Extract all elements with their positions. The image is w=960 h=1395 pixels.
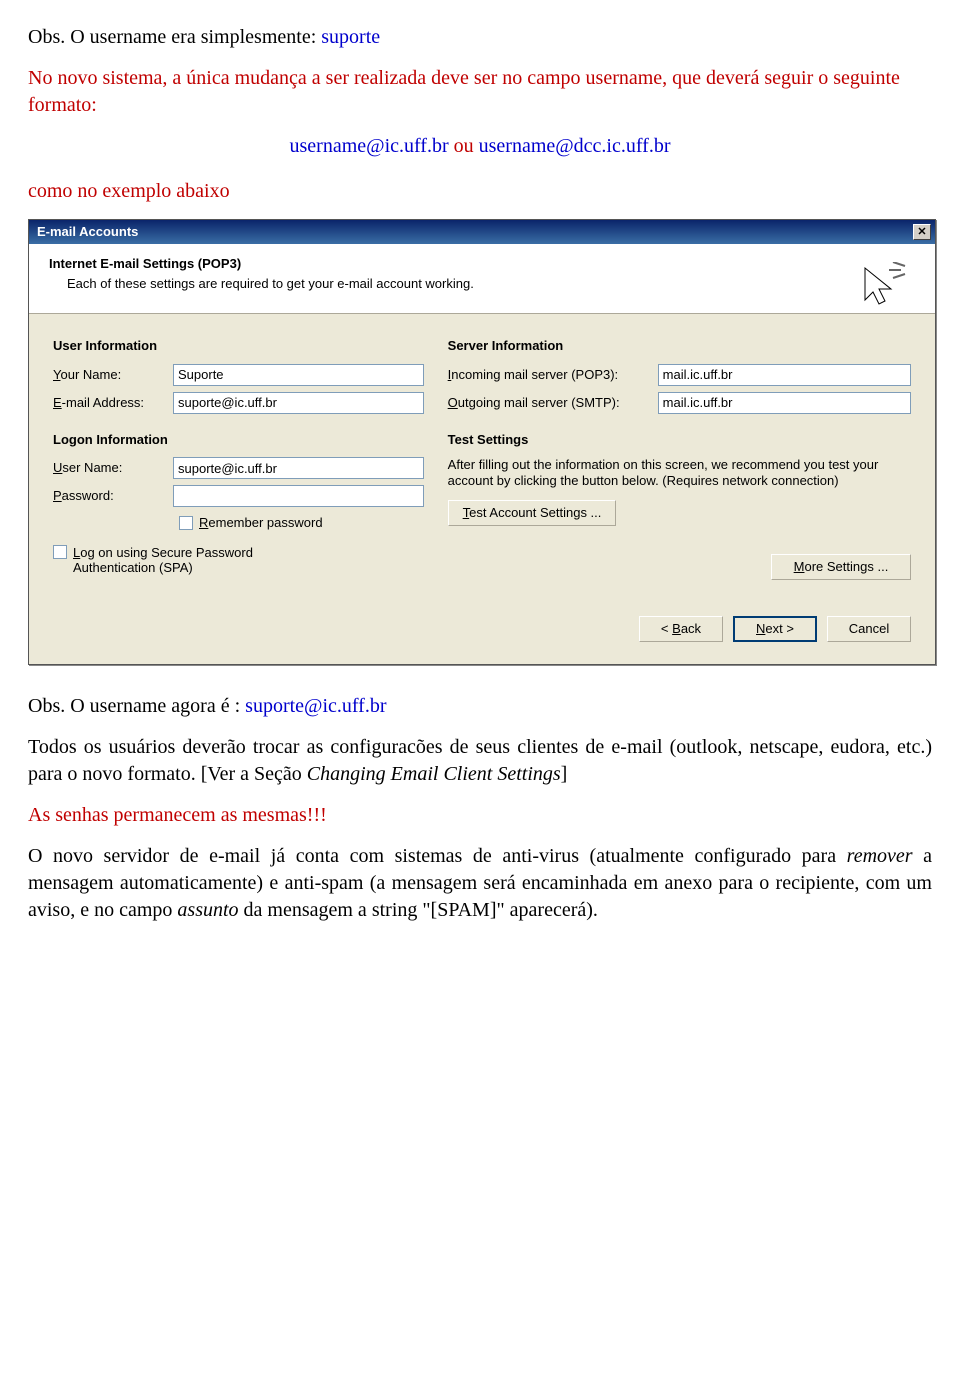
new-username: suporte@ic.uff.br [245,695,386,717]
user-info-heading: User Information [53,338,424,354]
wizard-buttons: < Back Next > Cancel [53,616,911,642]
smtp-input[interactable] [658,392,911,414]
cancel-button[interactable]: Cancel [827,616,911,642]
label-smtp: Outgoing mail server (SMTP): [448,395,658,411]
passwords-same: As senhas permanecem as mesmas!!! [28,802,932,829]
fmt-left: username@ic.uff.br [290,135,449,157]
dialog-titlebar: E-mail Accounts ✕ [29,220,935,244]
close-icon[interactable]: ✕ [913,224,931,240]
username-format-line: username@ic.uff.br ou username@dcc.ic.uf… [28,133,932,160]
dialog-title: E-mail Accounts [37,224,138,240]
left-column: User Information Your Name: E-mail Addre… [53,332,424,580]
back-button[interactable]: < Back [639,616,723,642]
label-username: User Name: [53,460,173,476]
obs-previous: Obs. O username era simplesmente: suport… [28,24,932,51]
obs-now: Obs. O username agora é : suporte@ic.uff… [28,693,932,720]
logon-info-heading: Logon Information [53,432,424,448]
obs-now-pre: Obs. O username agora é : [28,695,245,717]
server-info-heading: Server Information [448,338,911,354]
antivirus-paragraph: O novo servidor de e-mail já conta com s… [28,843,932,924]
obs-previous-pre: Obs. O username era simplesmente: [28,26,321,48]
spa-checkbox[interactable] [53,545,67,559]
test-account-button[interactable]: Test Account Settings ... [448,500,617,526]
dialog-subheading: Each of these settings are required to g… [49,276,915,292]
username-input[interactable] [173,457,424,479]
right-column: Server Information Incoming mail server … [448,332,911,580]
more-settings-button[interactable]: More Settings ... [771,554,911,580]
todos-paragraph: Todos os usuários deverão trocar as conf… [28,734,932,788]
dialog-header: Internet E-mail Settings (POP3) Each of … [29,244,935,314]
example-below: como no exemplo abaixo [28,178,932,205]
dialog-heading: Internet E-mail Settings (POP3) [49,256,915,272]
fmt-right: username@dcc.ic.uff.br [479,135,671,157]
label-email: E-mail Address: [53,395,173,411]
next-button[interactable]: Next > [733,616,817,642]
change-notice: No novo sistema, a única mudança a ser r… [28,65,932,119]
label-your-name: Your Name: [53,367,173,383]
old-username: suporte [321,26,380,48]
remember-password-label: Remember password [199,515,323,531]
label-pop3: Incoming mail server (POP3): [448,367,658,383]
label-password: Password: [53,488,173,504]
test-heading: Test Settings [448,432,911,448]
email-accounts-dialog: E-mail Accounts ✕ Internet E-mail Settin… [28,219,936,665]
section-ref: Changing Email Client Settings [307,763,561,785]
fmt-mid: ou [454,135,479,157]
password-input[interactable] [173,485,424,507]
email-input[interactable] [173,392,424,414]
cursor-icon [855,262,907,314]
pop3-input[interactable] [658,364,911,386]
spa-label: Log on using Secure PasswordAuthenticati… [73,545,253,576]
your-name-input[interactable] [173,364,424,386]
remember-password-checkbox[interactable] [179,516,193,530]
test-description: After filling out the information on thi… [448,457,911,488]
